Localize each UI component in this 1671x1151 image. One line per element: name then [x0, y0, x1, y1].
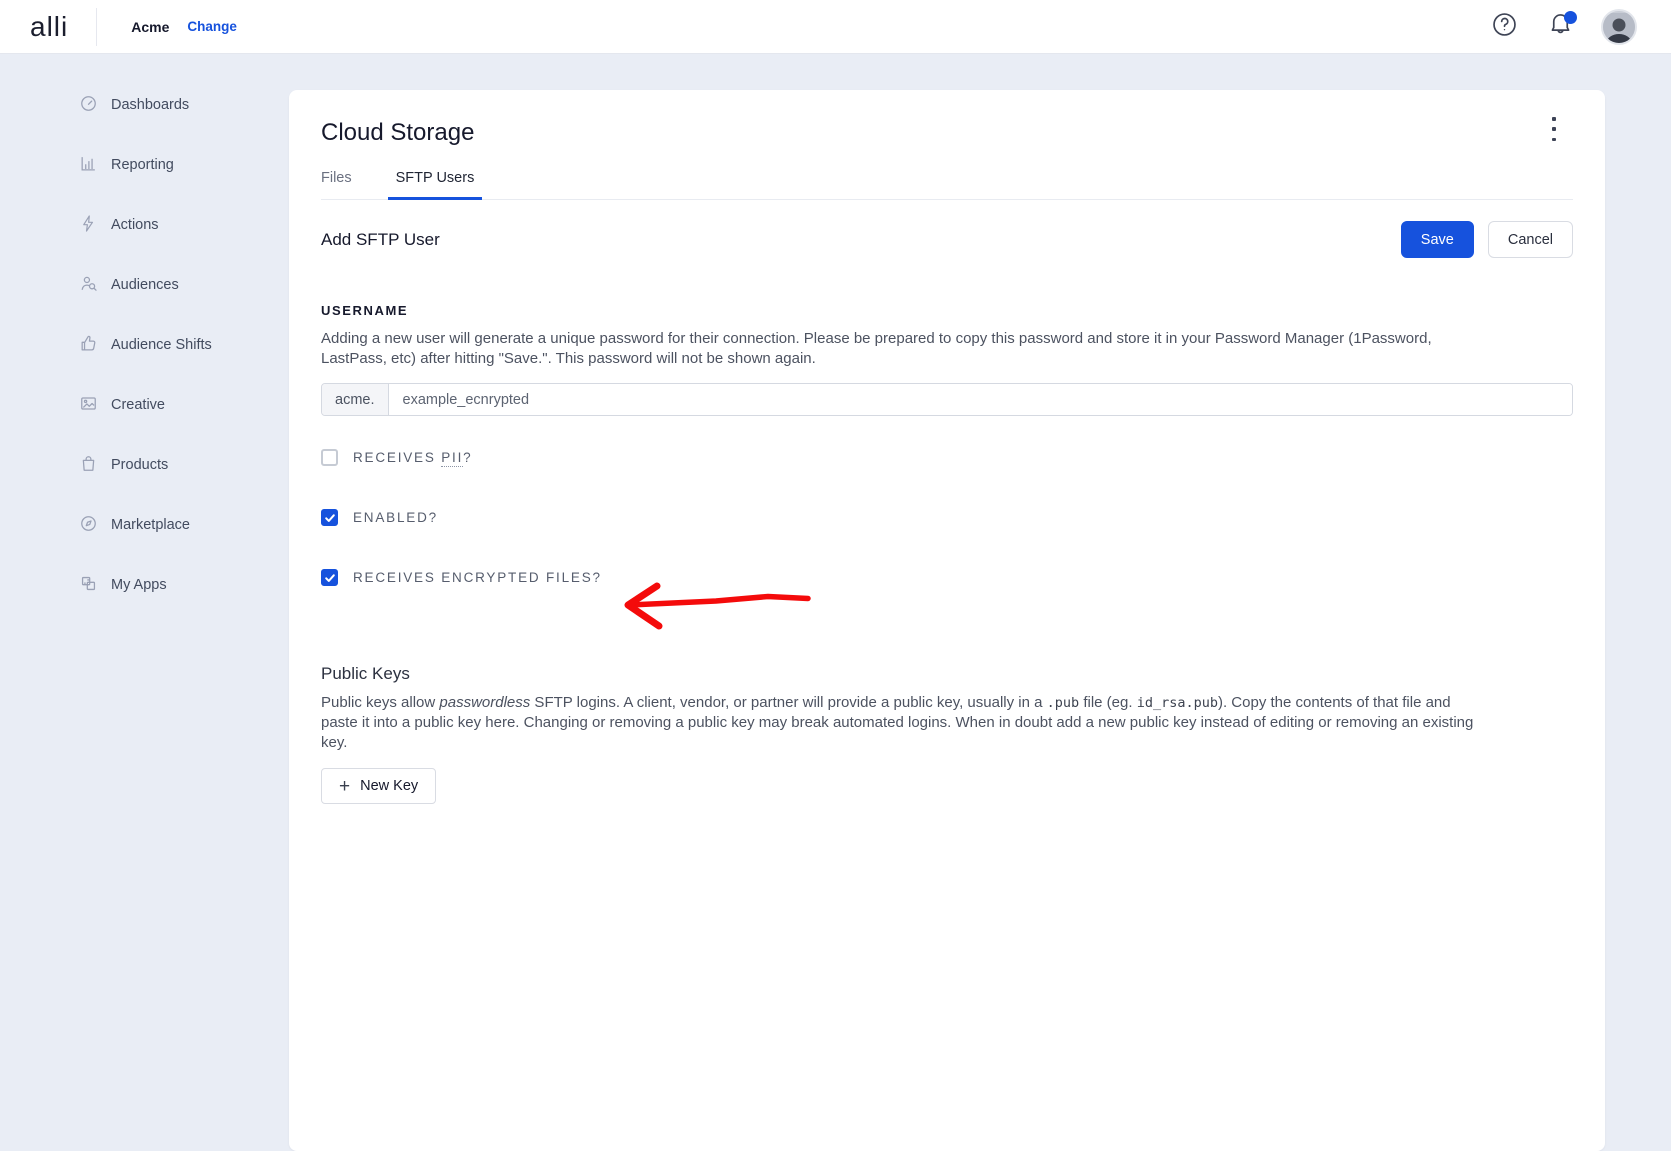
- thumbs-up-icon: [79, 334, 98, 357]
- sidebar-item-products[interactable]: Products: [0, 453, 289, 477]
- save-button[interactable]: Save: [1401, 221, 1474, 258]
- cancel-button[interactable]: Cancel: [1488, 221, 1573, 258]
- shopping-bag-icon: [79, 454, 98, 477]
- app-logo: alli: [30, 11, 68, 43]
- change-account-link[interactable]: Change: [187, 19, 237, 34]
- tab-bar: Files SFTP Users: [321, 170, 1573, 200]
- new-key-label: New Key: [360, 778, 418, 794]
- topbar-actions: [1489, 9, 1637, 45]
- sidebar-item-label: Products: [111, 457, 168, 473]
- sidebar-item-label: Dashboards: [111, 97, 189, 113]
- enabled-label: ENABLED?: [353, 510, 438, 525]
- sidebar-item-actions[interactable]: Actions: [0, 213, 289, 237]
- notifications-button[interactable]: [1545, 12, 1575, 42]
- compass-icon: [79, 514, 98, 537]
- new-key-button[interactable]: + New Key: [321, 768, 436, 804]
- question-circle-icon: [1491, 11, 1518, 43]
- receives-encrypted-files-label: RECEIVES ENCRYPTED FILES?: [353, 570, 602, 585]
- sidebar-item-dashboards[interactable]: Dashboards: [0, 93, 289, 117]
- image-icon: [79, 394, 98, 417]
- gauge-icon: [79, 94, 98, 117]
- public-keys-heading: Public Keys: [321, 664, 1573, 684]
- cloud-storage-card: Cloud Storage Files SFTP Users Add SFTP …: [289, 90, 1605, 1151]
- sidebar-item-creative[interactable]: Creative: [0, 393, 289, 417]
- username-input[interactable]: [389, 384, 1573, 415]
- kebab-menu-icon[interactable]: [1545, 116, 1563, 142]
- sidebar-item-label: My Apps: [111, 577, 167, 593]
- receives-encrypted-files-checkbox[interactable]: [321, 569, 338, 586]
- tab-files[interactable]: Files: [313, 170, 360, 199]
- sidebar-item-label: Reporting: [111, 157, 174, 173]
- enabled-checkbox[interactable]: [321, 509, 338, 526]
- sidebar-item-label: Actions: [111, 217, 159, 233]
- page-title: Cloud Storage: [321, 117, 1573, 149]
- sidebar-item-my-apps[interactable]: My Apps: [0, 573, 289, 597]
- help-button[interactable]: [1489, 12, 1519, 42]
- sidebar-item-marketplace[interactable]: Marketplace: [0, 513, 289, 537]
- user-avatar[interactable]: [1601, 9, 1637, 45]
- sidebar-item-label: Marketplace: [111, 517, 190, 533]
- top-bar: alli Acme Change: [0, 0, 1671, 54]
- sidebar-item-label: Creative: [111, 397, 165, 413]
- enabled-row: ENABLED?: [321, 509, 1573, 526]
- plus-icon: +: [339, 777, 350, 796]
- sidebar-item-audience-shifts[interactable]: Audience Shifts: [0, 333, 289, 357]
- receives-encrypted-files-row: RECEIVES ENCRYPTED FILES?: [321, 569, 1573, 586]
- receives-pii-row: RECEIVES PII?: [321, 449, 1573, 466]
- unread-notifications-dot: [1564, 11, 1577, 24]
- tab-sftp-users[interactable]: SFTP Users: [388, 170, 483, 199]
- sidebar-item-reporting[interactable]: Reporting: [0, 153, 289, 177]
- public-keys-description: Public keys allow passwordless SFTP logi…: [321, 693, 1491, 753]
- sidebar-item-audiences[interactable]: Audiences: [0, 273, 289, 297]
- username-label: USERNAME: [321, 303, 1573, 318]
- form-heading: Add SFTP User: [321, 230, 440, 250]
- receives-pii-checkbox[interactable]: [321, 449, 338, 466]
- account-name: Acme: [131, 19, 169, 35]
- username-input-group: acme.: [321, 383, 1573, 416]
- apps-grid-icon: [79, 574, 98, 597]
- bar-chart-icon: [79, 154, 98, 177]
- receives-pii-label: RECEIVES PII?: [353, 450, 472, 465]
- pii-abbr: PII: [441, 450, 463, 467]
- username-prefix: acme.: [322, 384, 389, 415]
- username-description: Adding a new user will generate a unique…: [321, 329, 1491, 369]
- sidebar-item-label: Audience Shifts: [111, 337, 212, 353]
- form-header: Add SFTP User Save Cancel: [321, 221, 1573, 258]
- sidebar-item-label: Audiences: [111, 277, 179, 293]
- lightning-icon: [79, 214, 98, 237]
- person-search-icon: [79, 274, 98, 297]
- sidebar-nav: Dashboards Reporting Actions Audiences A…: [0, 54, 289, 1150]
- topbar-divider: [96, 8, 97, 46]
